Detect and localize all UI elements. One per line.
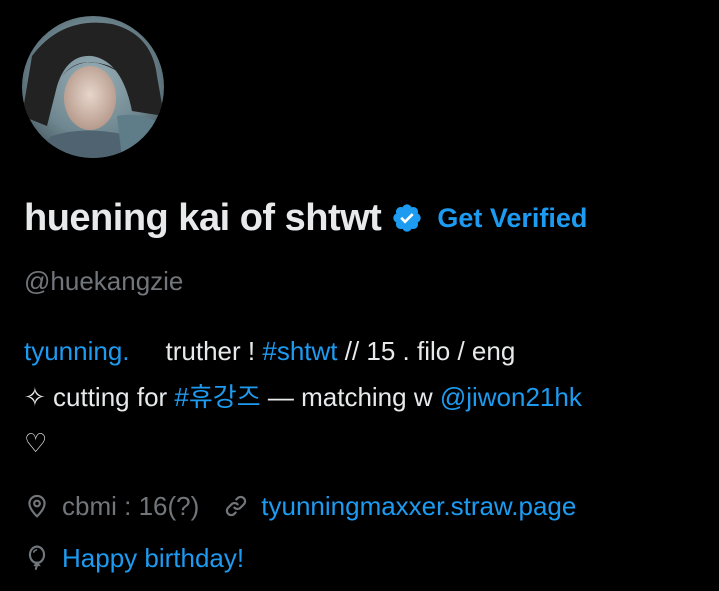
- balloon-icon: [24, 545, 50, 571]
- birthday-link[interactable]: Happy birthday!: [62, 543, 244, 574]
- bio-text: truther !: [165, 336, 263, 366]
- hashtag-huekangz[interactable]: #휴강즈: [174, 382, 260, 412]
- verified-badge-icon[interactable]: [391, 202, 423, 234]
- sparkle-symbol: ✧: [24, 382, 46, 412]
- display-name: huening kai of shtwt: [24, 196, 382, 239]
- mention-jiwon21hk[interactable]: @jiwon21hk: [440, 382, 582, 412]
- website-item: tyunningmaxxer.straw.page: [223, 491, 576, 522]
- avatar-photo: [22, 16, 164, 158]
- bio-line-2: ✧ cutting for #휴강즈 — matching w @jiwon21…: [24, 374, 704, 420]
- bio-text: // 15 . filo / eng: [337, 336, 516, 366]
- bio-text: — matching w: [260, 382, 440, 412]
- website-link[interactable]: tyunningmaxxer.straw.page: [261, 491, 576, 522]
- avatar[interactable]: [22, 16, 164, 158]
- bio-line-3: ♡: [24, 420, 704, 466]
- get-verified-link[interactable]: Get Verified: [437, 203, 587, 234]
- heart-symbol: ♡: [24, 428, 48, 458]
- location-pin-icon: [24, 493, 50, 519]
- bio-text: cutting for: [45, 382, 175, 412]
- bio-link-tyunning[interactable]: tyunning.: [24, 336, 130, 366]
- bio-line-1: tyunning. truther ! #shtwt // 15 . filo /…: [24, 328, 704, 374]
- hashtag-shtwt[interactable]: #shtwt: [262, 336, 337, 366]
- location-item: cbmi : 16(?): [24, 491, 199, 522]
- profile-meta-row: cbmi : 16(?) tyunningmaxxer.straw.page: [24, 486, 576, 526]
- profile-bio: tyunning. truther ! #shtwt // 15 . filo /…: [24, 328, 704, 466]
- link-icon: [223, 493, 249, 519]
- location-text: cbmi : 16(?): [62, 490, 200, 521]
- profile-handle: @huekangzie: [24, 266, 184, 296]
- birthday-row: Happy birthday!: [24, 538, 244, 578]
- profile-name-row: huening kai of shtwt Get Verified: [24, 193, 587, 243]
